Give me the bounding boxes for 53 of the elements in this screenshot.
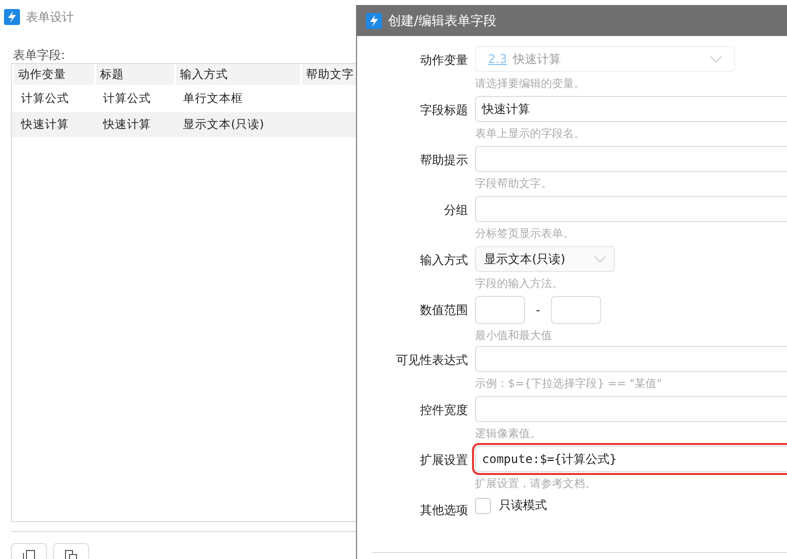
field-label: 帮助提示 <box>419 152 468 168</box>
field-label: 控件宽度 <box>419 402 468 418</box>
dropdown-value: 显示文本(只读) <box>484 250 566 268</box>
section-label: 表单字段: <box>13 47 66 63</box>
field-label: 扩展设置 <box>419 452 468 468</box>
checkbox[interactable] <box>475 498 491 514</box>
input-field[interactable] <box>475 396 787 422</box>
field-hint: 示例：$={下拉选择字段} == "某值" <box>475 376 663 391</box>
field-hint: 请选择要编辑的变量。 <box>475 76 586 91</box>
table-cell-text: 快速计算 <box>102 117 152 132</box>
checkbox-label: 只读模式 <box>499 497 547 514</box>
field-label: 动作变量 <box>419 52 468 68</box>
field-hint: 最小值和最大值 <box>475 328 553 343</box>
field-label: 数值范围 <box>419 302 468 318</box>
input-field[interactable]: compute:$={计算公式} <box>475 446 787 472</box>
column-header[interactable]: 输入方式 <box>176 64 300 85</box>
table-cell-text: 单行文本框 <box>182 91 244 106</box>
column-header[interactable]: 动作变量 <box>14 64 94 85</box>
field-hint: 逻辑像素值。 <box>475 426 542 441</box>
table-cell-text: 计算公式 <box>102 91 152 106</box>
field-label: 分组 <box>443 202 468 218</box>
dropdown-value: 快速计算 <box>513 50 562 68</box>
field-label: 输入方式 <box>419 252 468 268</box>
chevron-down-icon <box>710 56 722 62</box>
field-hint: 扩展设置，请参考文档。 <box>475 476 597 491</box>
input-field[interactable]: 快速计算 <box>475 96 787 122</box>
range-separator: - <box>534 303 542 317</box>
input-field[interactable] <box>475 196 787 222</box>
field-hint: 字段帮助文字。 <box>475 176 553 191</box>
max-input-field[interactable] <box>551 296 601 324</box>
field-hint: 表单上显示的字段名。 <box>475 126 586 141</box>
min-input-field[interactable] <box>475 296 525 324</box>
field-hint: 字段的输入方法。 <box>475 276 564 291</box>
field-label: 可见性表达式 <box>395 352 468 368</box>
field-label: 其他选项 <box>419 502 468 518</box>
lightning-logo-icon <box>4 9 20 25</box>
field-hint: 分标签页显示表单。 <box>475 226 575 241</box>
dropdown[interactable]: 显示文本(只读) <box>475 246 615 272</box>
chevron-down-icon <box>594 256 606 262</box>
table-row[interactable]: 计算公式 计算公式 单行文本框 <box>12 86 356 111</box>
column-header[interactable]: 标题 <box>96 64 174 85</box>
field-label: 字段标题 <box>419 102 468 118</box>
column-header[interactable]: 帮助文字 <box>302 64 356 85</box>
input-field[interactable] <box>475 346 787 372</box>
window-title: 表单设计 <box>26 8 74 26</box>
variable-index: 2.3 <box>488 52 508 66</box>
table-cell-text: 显示文本(只读) <box>182 117 265 132</box>
table-row[interactable]: 快速计算 快速计算 显示文本(只读) <box>12 112 356 137</box>
table-cell-text: 计算公式 <box>20 91 70 106</box>
table-cell-text: 快速计算 <box>20 117 70 132</box>
lightning-logo-icon <box>366 12 382 28</box>
dialog-title: 创建/编辑表单字段 <box>388 12 496 30</box>
input-field[interactable] <box>475 146 787 172</box>
